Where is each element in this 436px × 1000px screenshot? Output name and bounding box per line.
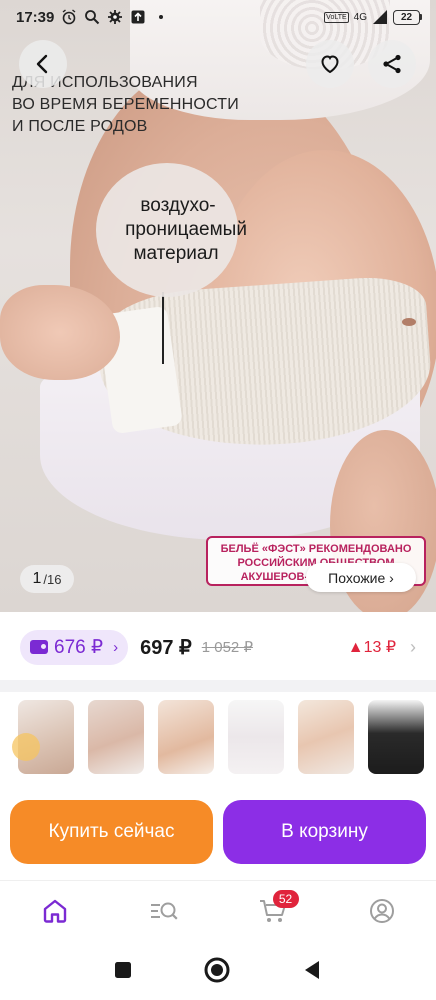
similar-products-button[interactable]: Похожие › bbox=[306, 563, 416, 592]
recommendation-line: БЕЛЬЁ «ФЭСТ» РЕКОМЕНДОВАНО bbox=[220, 543, 412, 555]
thumbnail[interactable] bbox=[88, 700, 144, 774]
battery-icon: 22 bbox=[393, 9, 422, 25]
network-type: 4G bbox=[353, 11, 367, 23]
usage-caption-line: ВО ВРЕМЯ БЕРЕМЕННОСТИ bbox=[12, 96, 239, 113]
chevron-right-icon: › bbox=[113, 638, 119, 656]
favorite-button[interactable] bbox=[306, 40, 354, 88]
price-change-indicator: ▲13 ₽ bbox=[347, 639, 396, 656]
upload-icon bbox=[130, 9, 146, 25]
add-to-cart-button[interactable]: В корзину bbox=[223, 800, 426, 864]
callout-line-3: материал bbox=[133, 243, 219, 264]
thumbnail[interactable] bbox=[368, 700, 424, 774]
wallet-price-badge[interactable]: 676 ₽ › bbox=[20, 629, 129, 665]
home-icon bbox=[43, 899, 66, 923]
product-photo-navel bbox=[402, 318, 416, 326]
back-button[interactable] bbox=[19, 40, 67, 88]
image-counter-current: 1 bbox=[32, 570, 42, 587]
dot-icon bbox=[153, 9, 169, 25]
cart-count-badge: 52 bbox=[272, 889, 299, 908]
home-circle-icon[interactable] bbox=[203, 956, 231, 984]
share-button[interactable] bbox=[368, 40, 416, 88]
search-icon bbox=[84, 9, 100, 25]
nav-cart[interactable]: 52 bbox=[243, 886, 303, 936]
wallet-price: 676 ₽ bbox=[54, 636, 104, 658]
back-triangle-icon[interactable] bbox=[301, 959, 323, 981]
status-bar: 17:39 VoLTE 4G 22 bbox=[0, 0, 436, 34]
status-time: 17:39 bbox=[16, 8, 55, 26]
battery-level: 22 bbox=[393, 9, 420, 25]
callout-line bbox=[162, 292, 164, 364]
usage-caption-line: И ПОСЛЕ РОДОВ bbox=[12, 118, 148, 135]
thumbnail[interactable] bbox=[298, 700, 354, 774]
callout-line-2: проницаемый bbox=[125, 219, 247, 240]
chevron-left-icon bbox=[36, 54, 48, 74]
recents-icon[interactable] bbox=[113, 960, 133, 980]
thumbnail-strip[interactable] bbox=[0, 700, 436, 782]
signal-icon bbox=[372, 9, 388, 25]
current-price: 697 ₽ bbox=[140, 636, 192, 659]
callout-line-1: воздухо- bbox=[140, 195, 216, 216]
buy-now-button[interactable]: Купить сейчас bbox=[10, 800, 213, 864]
purchase-actions: Купить сейчас В корзину bbox=[0, 800, 436, 866]
settings-icon bbox=[107, 9, 123, 25]
image-counter-total: /16 bbox=[43, 571, 62, 587]
product-image-gallery[interactable]: ДЛЯ ИСПОЛЬЗОВАНИЯ ВО ВРЕМЯ БЕРЕМЕННОСТИ … bbox=[0, 0, 436, 612]
material-callout: воздухо- проницаемый материал bbox=[96, 163, 247, 297]
nav-profile[interactable] bbox=[352, 886, 412, 936]
thumbnail[interactable] bbox=[228, 700, 284, 774]
section-divider bbox=[0, 680, 436, 692]
profile-icon bbox=[369, 898, 394, 923]
heart-icon bbox=[321, 55, 339, 74]
nav-home[interactable] bbox=[25, 886, 85, 936]
chevron-right-icon: › bbox=[410, 636, 416, 657]
price-row[interactable]: 676 ₽ › 697 ₽ 1 052 ₽ ▲13 ₽ › bbox=[0, 614, 436, 680]
product-page: ДЛЯ ИСПОЛЬЗОВАНИЯ ВО ВРЕМЯ БЕРЕМЕННОСТИ … bbox=[0, 0, 436, 1000]
nav-catalog[interactable] bbox=[134, 886, 194, 936]
old-price: 1 052 ₽ bbox=[201, 639, 253, 656]
alarm-icon bbox=[61, 9, 77, 25]
thumbnail[interactable] bbox=[158, 700, 214, 774]
share-icon bbox=[383, 54, 401, 74]
wallet-icon bbox=[30, 640, 48, 654]
system-navigation bbox=[0, 940, 436, 1000]
catalog-search-icon bbox=[150, 902, 178, 920]
bottom-navigation: 52 bbox=[0, 880, 436, 940]
image-counter: 1 /16 bbox=[20, 565, 74, 593]
volte-indicator: VoLTE bbox=[324, 11, 349, 23]
floating-assistant-handle[interactable] bbox=[12, 733, 40, 761]
